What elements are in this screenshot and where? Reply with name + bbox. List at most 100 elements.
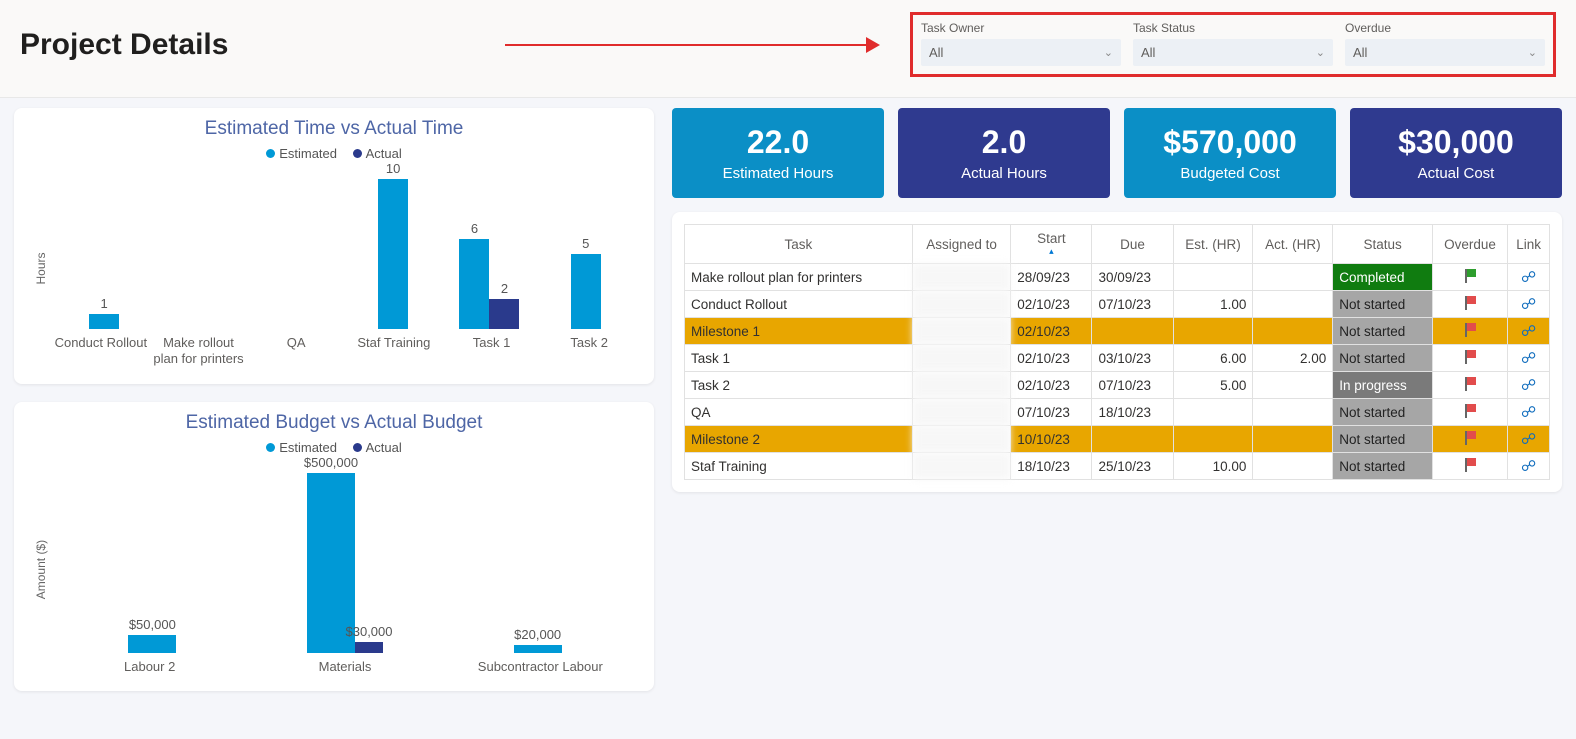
cell-link: ☍	[1508, 318, 1550, 345]
cell-status: Not started	[1333, 318, 1433, 345]
cell-overdue	[1432, 372, 1507, 399]
bar-group[interactable]: $50,000	[56, 635, 249, 653]
cell-assigned	[912, 399, 1010, 426]
table-row[interactable]: Milestone 102/10/23Not started☍	[685, 318, 1550, 345]
cell-overdue	[1432, 318, 1507, 345]
task-table[interactable]: TaskAssigned toStartDueEst. (HR)Act. (HR…	[684, 224, 1550, 480]
column-header[interactable]: Act. (HR)	[1253, 225, 1333, 264]
bar[interactable]: 1	[89, 314, 119, 329]
bar[interactable]: 6	[459, 239, 489, 329]
kpi-value: 2.0	[908, 124, 1100, 161]
cell-start: 10/10/23	[1011, 426, 1092, 453]
cell-assigned	[912, 372, 1010, 399]
bar[interactable]: $20,000	[514, 645, 562, 652]
link-icon[interactable]: ☍	[1521, 376, 1536, 394]
table-row[interactable]: Task 102/10/2303/10/236.002.00Not starte…	[685, 345, 1550, 372]
bar[interactable]: 2	[489, 299, 519, 329]
content: Estimated Time vs Actual Time Estimated …	[0, 98, 1576, 701]
link-icon[interactable]: ☍	[1521, 349, 1536, 367]
legend-actual[interactable]: Actual	[353, 146, 402, 161]
cell-overdue	[1432, 345, 1507, 372]
cell-est: 5.00	[1173, 372, 1253, 399]
table-row[interactable]: QA07/10/2318/10/23Not started☍	[685, 399, 1550, 426]
column-header[interactable]: Link	[1508, 225, 1550, 264]
table-row[interactable]: Staf Training18/10/2325/10/2310.00Not st…	[685, 453, 1550, 480]
cell-link: ☍	[1508, 345, 1550, 372]
cell-assigned	[912, 453, 1010, 480]
task-status-select[interactable]: All ⌄	[1133, 39, 1333, 66]
x-axis-label: Labour 2	[52, 659, 247, 675]
bar-value-label: $20,000	[514, 627, 561, 642]
bar-group[interactable]: 5	[538, 254, 634, 329]
column-header[interactable]: Due	[1092, 225, 1173, 264]
link-icon[interactable]: ☍	[1521, 430, 1536, 448]
column-header[interactable]: Overdue	[1432, 225, 1507, 264]
kpi-value: $570,000	[1134, 124, 1326, 161]
cell-due: 18/10/23	[1092, 399, 1173, 426]
cell-overdue	[1432, 291, 1507, 318]
kpi-label: Actual Hours	[908, 165, 1100, 182]
cell-status: Not started	[1333, 291, 1433, 318]
flag-icon	[1463, 350, 1477, 364]
link-icon[interactable]: ☍	[1521, 322, 1536, 340]
filter-container: Task Owner All ⌄ Task Status All ⌄ Overd…	[910, 12, 1556, 77]
filter-task-owner: Task Owner All ⌄	[921, 21, 1121, 66]
cell-task: QA	[685, 399, 913, 426]
bar-value-label: $500,000	[304, 455, 358, 470]
cell-act	[1253, 318, 1333, 345]
callout-arrow	[248, 30, 890, 60]
column-header[interactable]: Task	[685, 225, 913, 264]
budget-chart-card: Estimated Budget vs Actual Budget Estima…	[14, 402, 654, 691]
cell-assigned	[912, 345, 1010, 372]
time-chart[interactable]: Hours 110625 Conduct RolloutMake rollout…	[30, 169, 638, 368]
bar-value-label: 1	[101, 296, 108, 311]
x-axis-label: Task 1	[443, 335, 541, 368]
link-icon[interactable]: ☍	[1521, 268, 1536, 286]
link-icon[interactable]: ☍	[1521, 457, 1536, 475]
column-header[interactable]: Start	[1011, 225, 1092, 264]
chart-legend: Estimated Actual	[30, 440, 638, 455]
legend-estimated[interactable]: Estimated	[266, 146, 337, 161]
task-owner-select[interactable]: All ⌄	[921, 39, 1121, 66]
link-icon[interactable]: ☍	[1521, 295, 1536, 313]
table-row[interactable]: Task 202/10/2307/10/235.00In progress☍	[685, 372, 1550, 399]
bar-value-label: $30,000	[346, 624, 393, 639]
select-value: All	[1353, 45, 1367, 60]
cell-est	[1173, 264, 1253, 291]
kpi-card[interactable]: $570,000Budgeted Cost	[1124, 108, 1336, 198]
bar[interactable]: 5	[571, 254, 601, 329]
cell-act	[1253, 264, 1333, 291]
bar[interactable]: $30,000	[355, 642, 383, 653]
cell-due: 30/09/23	[1092, 264, 1173, 291]
budget-chart[interactable]: Amount ($) $50,000$500,000$30,000$20,000…	[30, 463, 638, 675]
column-header[interactable]: Assigned to	[912, 225, 1010, 264]
time-chart-card: Estimated Time vs Actual Time Estimated …	[14, 108, 654, 384]
table-row[interactable]: Milestone 210/10/23Not started☍	[685, 426, 1550, 453]
cell-due	[1092, 318, 1173, 345]
column-header[interactable]: Status	[1333, 225, 1433, 264]
flag-icon	[1463, 269, 1477, 283]
x-axis-label: Make rollout plan for printers	[150, 335, 248, 368]
table-row[interactable]: Conduct Rollout02/10/2307/10/231.00Not s…	[685, 291, 1550, 318]
select-value: All	[1141, 45, 1155, 60]
kpi-card[interactable]: 22.0Estimated Hours	[672, 108, 884, 198]
bar-group[interactable]: 62	[441, 239, 537, 329]
bar-group[interactable]: $20,000	[441, 645, 634, 652]
bar-group[interactable]: $500,000$30,000	[249, 473, 442, 653]
link-icon[interactable]: ☍	[1521, 403, 1536, 421]
overdue-select[interactable]: All ⌄	[1345, 39, 1545, 66]
kpi-label: Estimated Hours	[682, 165, 874, 182]
cell-task: Milestone 2	[685, 426, 913, 453]
legend-actual[interactable]: Actual	[353, 440, 402, 455]
cell-start: 02/10/23	[1011, 372, 1092, 399]
bar[interactable]: 10	[378, 179, 408, 329]
bar-group[interactable]: 1	[56, 314, 152, 329]
kpi-card[interactable]: $30,000Actual Cost	[1350, 108, 1562, 198]
bar-group[interactable]: 10	[345, 179, 441, 329]
column-header[interactable]: Est. (HR)	[1173, 225, 1253, 264]
bar[interactable]: $50,000	[128, 635, 176, 653]
kpi-card[interactable]: 2.0 Actual Hours	[898, 108, 1110, 198]
table-row[interactable]: Make rollout plan for printers28/09/2330…	[685, 264, 1550, 291]
chart-legend: Estimated Actual	[30, 146, 638, 161]
legend-estimated[interactable]: Estimated	[266, 440, 337, 455]
